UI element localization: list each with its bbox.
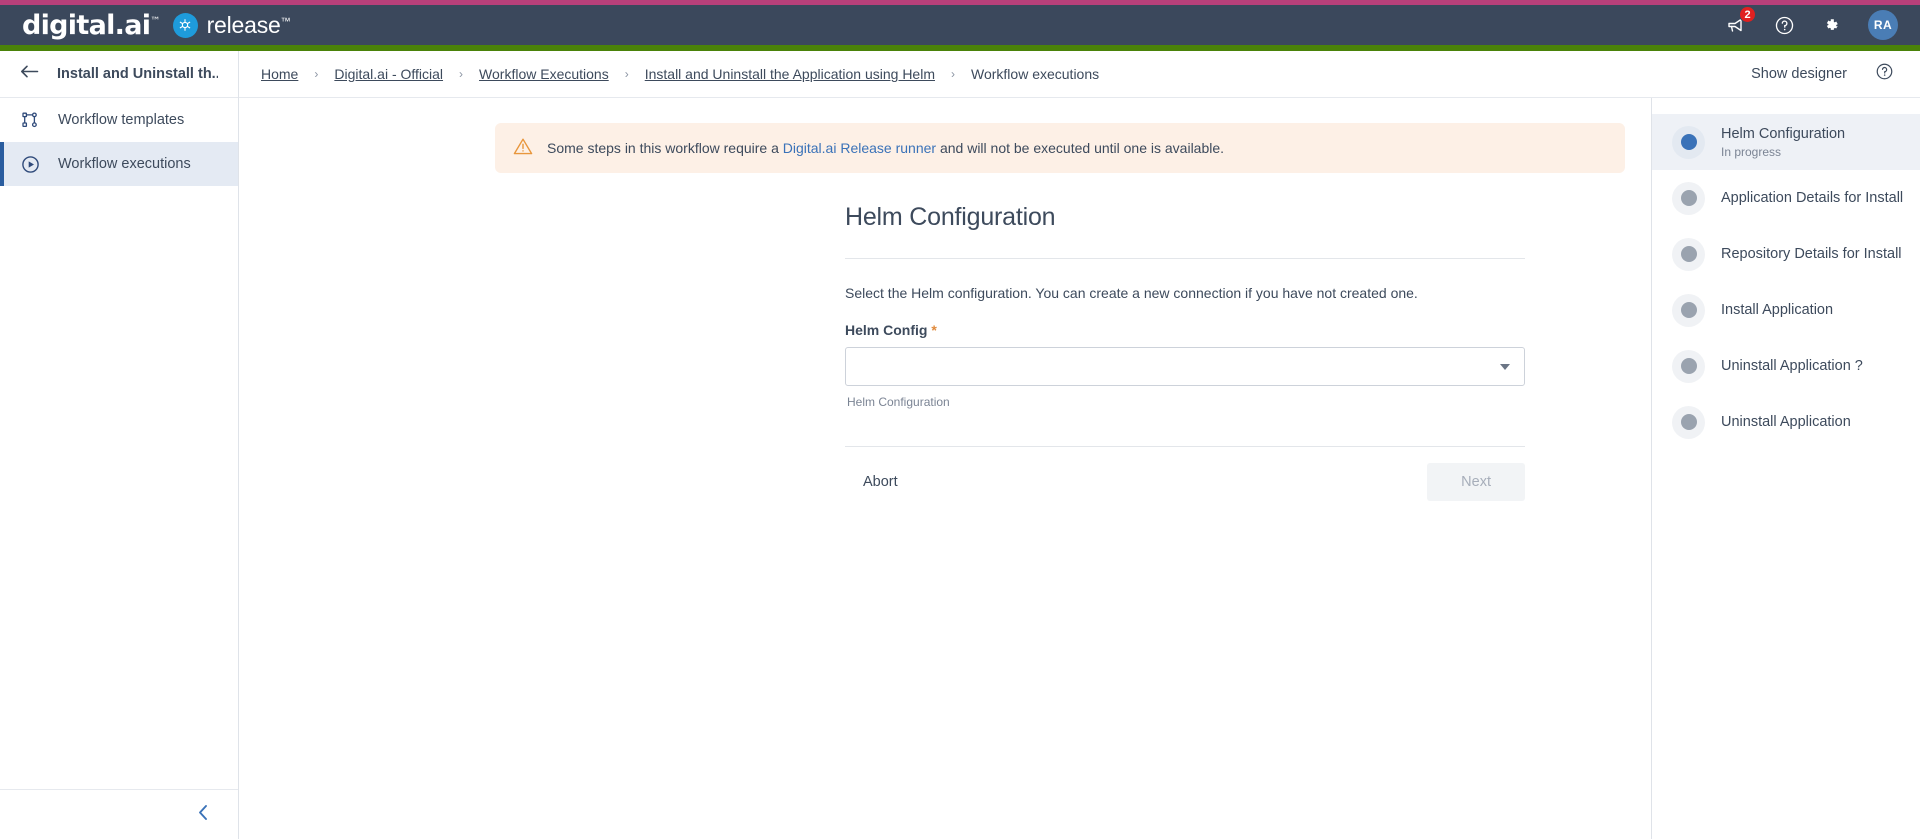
step-label: Install Application	[1721, 301, 1834, 318]
step-status-dot-icon	[1672, 349, 1705, 383]
step-dot	[1680, 302, 1697, 318]
breadcrumb-item-current: Workflow executions	[971, 66, 1100, 82]
chevron-down-icon[interactable]	[1500, 363, 1510, 370]
sidebar-workflow-title: Install and Uninstall th...	[57, 66, 218, 82]
step-texts: Application Details for Install	[1721, 189, 1903, 207]
step-label: Uninstall Application	[1721, 413, 1851, 430]
next-button[interactable]: Next	[1427, 463, 1525, 501]
breadcrumb-item-folder[interactable]: Digital.ai - Official	[334, 66, 443, 82]
body-wrapper: Install and Uninstall th... Workflow tem…	[0, 51, 1920, 839]
notification-badge: 2	[1739, 6, 1756, 23]
product-name-group: release™	[172, 11, 291, 38]
title-divider	[845, 258, 1525, 259]
step-label: Repository Details for Install	[1721, 245, 1902, 262]
step-repository-details-for-install[interactable]: Repository Details for Install	[1652, 226, 1920, 282]
show-designer-button[interactable]: Show designer	[1751, 66, 1847, 82]
step-dot	[1680, 414, 1697, 430]
step-dot	[1680, 134, 1697, 150]
breadcrumb-separator: ›	[314, 67, 319, 81]
step-texts: Uninstall Application	[1721, 413, 1851, 431]
step-install-application[interactable]: Install Application	[1652, 282, 1920, 338]
step-status-dot-icon	[1672, 293, 1705, 327]
step-texts: Uninstall Application ?	[1721, 357, 1863, 375]
gear-icon[interactable]	[1820, 13, 1844, 37]
release-runner-link[interactable]: Digital.ai Release runner	[783, 140, 936, 156]
step-texts: Repository Details for Install	[1721, 245, 1902, 263]
step-dot	[1680, 358, 1697, 374]
step-status: In progress	[1721, 145, 1782, 160]
step-application-details-for-install[interactable]: Application Details for Install	[1652, 170, 1920, 226]
step-status-dot-icon	[1672, 181, 1705, 215]
step-status-dot-icon	[1672, 405, 1705, 439]
breadcrumb-item-home[interactable]: Home	[261, 66, 298, 82]
step-status-dot-icon	[1672, 237, 1705, 271]
product-label: release™	[206, 11, 291, 38]
actions-divider	[845, 446, 1525, 447]
brand-name: digital.ai™	[22, 9, 160, 41]
step-dot	[1680, 246, 1697, 262]
product-trademark: ™	[280, 15, 291, 27]
app-header: digital.ai™ release™ 2 RA	[0, 5, 1920, 45]
abort-button[interactable]: Abort	[845, 464, 916, 500]
step-label: Helm Configuration	[1721, 125, 1846, 142]
breadcrumb-bar: Home › Digital.ai - Official › Workflow …	[239, 51, 1920, 98]
designer-controls: Show designer	[1751, 62, 1894, 86]
sidebar-item-label: Workflow templates	[58, 112, 185, 128]
breadcrumb-item-workflow-executions[interactable]: Workflow Executions	[479, 66, 609, 82]
breadcrumb-separator: ›	[624, 67, 629, 81]
helm-config-label: Helm Config *	[845, 322, 937, 338]
step-dot	[1680, 190, 1697, 206]
breadcrumb: Home › Digital.ai - Official › Workflow …	[261, 66, 1099, 82]
help-circle-icon[interactable]	[1875, 62, 1894, 86]
breadcrumb-item-workflow[interactable]: Install and Uninstall the Application us…	[645, 66, 935, 82]
help-circle-icon[interactable]	[1772, 13, 1796, 37]
workflow-steps-panel: Helm Configuration In progress Applicati…	[1651, 98, 1920, 839]
banner-text: Some steps in this workflow require a Di…	[547, 140, 1224, 156]
step-label: Uninstall Application ?	[1721, 357, 1863, 374]
left-sidebar: Install and Uninstall th... Workflow tem…	[0, 51, 239, 839]
sidebar-item-workflow-executions[interactable]: Workflow executions	[0, 142, 238, 186]
banner-text-before: Some steps in this workflow require a	[547, 140, 783, 156]
avatar[interactable]: RA	[1868, 10, 1898, 40]
brand-trademark: ™	[150, 15, 160, 27]
breadcrumb-separator: ›	[951, 67, 955, 81]
sidebar-collapse-button[interactable]	[0, 789, 238, 839]
banner-text-after: and will not be executed until one is av…	[936, 140, 1225, 156]
step-label: Application Details for Install	[1721, 189, 1904, 206]
sidebar-item-workflow-templates[interactable]: Workflow templates	[0, 98, 238, 142]
chevron-left-icon[interactable]	[197, 804, 210, 826]
form-actions: Abort Next	[845, 463, 1525, 501]
required-marker: *	[931, 322, 937, 338]
content-row: Some steps in this workflow require a Di…	[239, 98, 1920, 839]
step-status-dot-icon	[1672, 125, 1705, 159]
main-column: Home › Digital.ai - Official › Workflow …	[239, 51, 1920, 839]
megaphone-icon[interactable]: 2	[1724, 6, 1756, 37]
step-texts: Install Application	[1721, 301, 1833, 319]
release-logo-icon	[172, 12, 198, 38]
runner-warning-banner: Some steps in this workflow require a Di…	[495, 123, 1625, 173]
page-title: Helm Configuration	[845, 203, 1056, 231]
step-uninstall-application-question[interactable]: Uninstall Application ?	[1652, 338, 1920, 394]
sidebar-item-label: Workflow executions	[58, 156, 191, 172]
breadcrumb-separator: ›	[459, 67, 464, 81]
form-description: Select the Helm configuration. You can c…	[845, 285, 1418, 301]
header-actions: 2 RA	[1724, 6, 1898, 40]
helm-configuration-panel: Helm Configuration Select the Helm confi…	[845, 203, 1525, 501]
step-uninstall-application[interactable]: Uninstall Application	[1652, 394, 1920, 450]
step-helm-configuration[interactable]: Helm Configuration In progress	[1652, 114, 1920, 170]
helm-config-select[interactable]	[845, 347, 1525, 386]
main-content: Some steps in this workflow require a Di…	[239, 98, 1651, 839]
sidebar-back-header[interactable]: Install and Uninstall th...	[0, 51, 238, 98]
arrow-left-icon[interactable]	[20, 64, 39, 84]
workflow-nodes-icon	[20, 110, 40, 130]
warning-triangle-icon	[513, 137, 533, 159]
helm-config-helper-text: Helm Configuration	[847, 395, 950, 409]
step-texts: Helm Configuration In progress	[1721, 125, 1845, 159]
play-circle-icon	[20, 154, 40, 174]
brand-logo[interactable]: digital.ai™ release™	[22, 9, 291, 41]
